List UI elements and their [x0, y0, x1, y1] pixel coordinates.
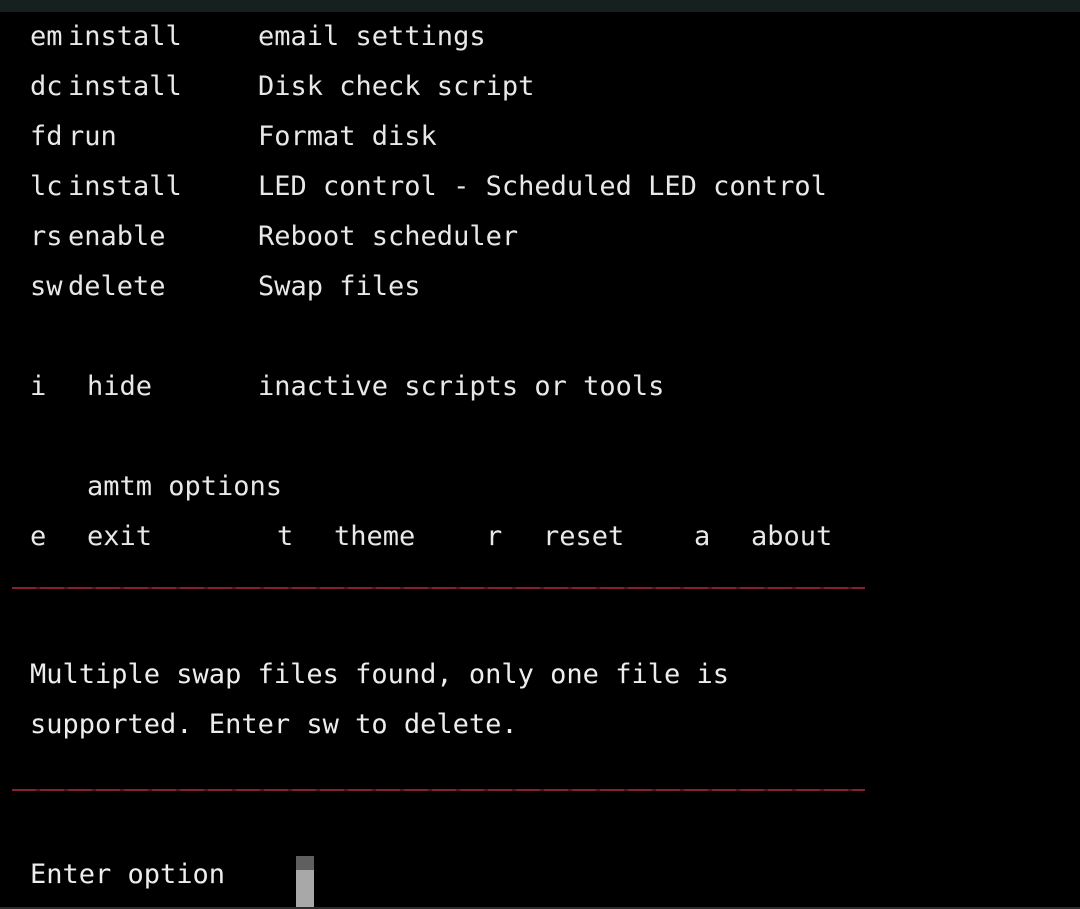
option-key-a[interactable]: a [694, 512, 710, 562]
menu-key-i[interactable]: i [30, 362, 46, 412]
menu-action-em: install [68, 21, 182, 52]
separator-rule-bottom [12, 789, 865, 791]
menu-description-fd: Format disk [258, 121, 437, 152]
option-key-r[interactable]: r [486, 512, 502, 562]
menu-key-em[interactable]: em [30, 12, 63, 62]
option-label-about[interactable]: about [751, 512, 832, 562]
status-message-line-2: supported. Enter sw to delete. [30, 709, 518, 740]
menu-description-rs: Reboot scheduler [258, 221, 519, 252]
menu-row-em[interactable]: em install email settings [0, 12, 1080, 62]
separator-rule-top [12, 587, 865, 589]
menu-action-dc: install [68, 71, 182, 102]
option-key-t[interactable]: t [277, 512, 293, 562]
menu-key-fd[interactable]: fd [30, 112, 63, 162]
menu-description-lc: LED control - Scheduled LED control [258, 171, 827, 202]
option-label-exit[interactable]: exit [87, 512, 152, 562]
menu-description-hide: inactive scripts or tools [258, 371, 665, 402]
terminal-window: em install email settings dc install Dis… [0, 0, 1080, 909]
menu-row-lc[interactable]: lc install LED control - Scheduled LED c… [0, 162, 1080, 212]
amtm-options-heading-row: amtm options [0, 462, 1080, 512]
menu-description-sw: Swap files [258, 271, 421, 302]
menu-action-lc: install [68, 171, 182, 202]
option-label-theme[interactable]: theme [334, 512, 415, 562]
menu-action-rs: enable [68, 221, 166, 252]
menu-row-sw[interactable]: sw delete Swap files [0, 262, 1080, 312]
prompt-label: Enter option [30, 859, 226, 890]
menu-row-dc[interactable]: dc install Disk check script [0, 62, 1080, 112]
status-message-line-1: Multiple swap files found, only one file… [30, 659, 729, 690]
menu-action-fd: run [68, 121, 117, 152]
menu-row-hide-inactive[interactable]: i hide inactive scripts or tools [0, 362, 1080, 412]
window-titlebar [0, 0, 1080, 12]
menu-row-fd[interactable]: fd run Format disk [0, 112, 1080, 162]
menu-action-hide: hide [87, 371, 153, 402]
menu-action-sw: delete [68, 271, 166, 302]
menu-key-sw[interactable]: sw [30, 262, 63, 312]
menu-key-rs[interactable]: rs [30, 212, 63, 262]
menu-description-dc: Disk check script [258, 71, 535, 102]
cursor-cap [296, 856, 314, 870]
option-label-reset[interactable]: reset [543, 512, 624, 562]
menu-row-rs[interactable]: rs enable Reboot scheduler [0, 212, 1080, 262]
menu-description-em: email settings [258, 21, 486, 52]
amtm-options-heading: amtm options [87, 471, 283, 502]
menu-key-lc[interactable]: lc [30, 162, 63, 212]
amtm-options-row: e exit t theme r reset a about [0, 512, 1080, 562]
menu-key-dc[interactable]: dc [30, 62, 63, 112]
text-cursor[interactable] [296, 856, 314, 907]
option-key-e[interactable]: e [30, 512, 46, 562]
